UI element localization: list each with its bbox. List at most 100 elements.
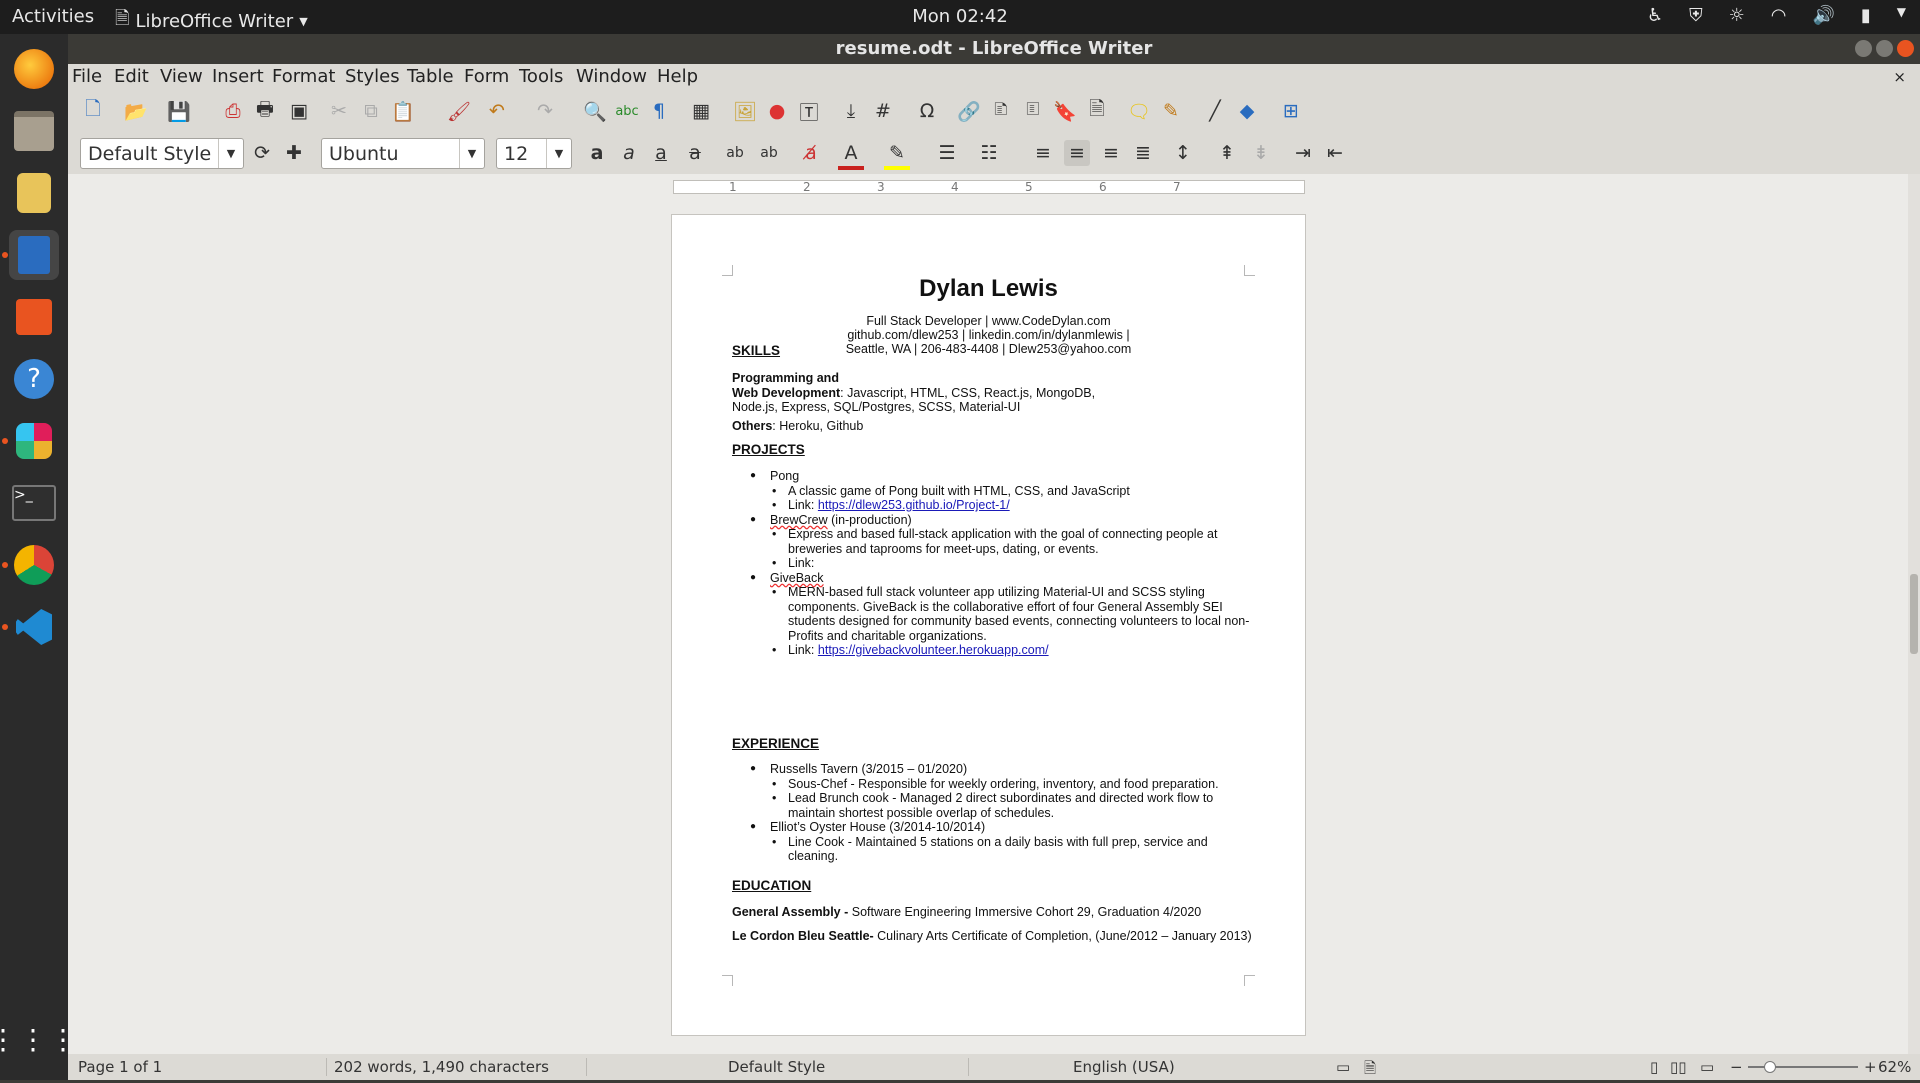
clear-formatting-icon[interactable]: a̸ — [798, 140, 824, 166]
multi-page-view-icon[interactable]: ▯▯ — [1670, 1058, 1687, 1076]
menu-table[interactable]: Table — [407, 66, 454, 87]
window-titlebar[interactable]: resume.odt - LibreOffice Writer — [68, 34, 1920, 64]
insert-chart-icon[interactable]: ● — [764, 98, 790, 124]
chevron-down-icon[interactable]: ▼ — [546, 139, 571, 168]
draw-functions-icon[interactable]: ⊞ — [1278, 98, 1304, 124]
shield-icon[interactable]: ⛨ — [1689, 5, 1703, 26]
activities-button[interactable]: Activities — [12, 6, 94, 27]
help-icon[interactable]: ? — [9, 354, 59, 404]
maximize-button[interactable] — [1876, 40, 1893, 57]
weather-icon[interactable]: ☼ — [1729, 5, 1745, 26]
vscode-icon[interactable] — [9, 602, 59, 652]
italic-icon[interactable]: a — [616, 140, 642, 166]
cross-reference-icon[interactable]: 🗎 — [1084, 98, 1110, 124]
horizontal-ruler[interactable]: 1 2 3 4 5 6 7 — [673, 180, 1305, 194]
endnote-icon[interactable]: 🗉 — [1020, 98, 1046, 124]
new-style-icon[interactable]: ✚ — [281, 140, 307, 166]
project-link[interactable]: https://givebackvolunteer.herokuapp.com/ — [818, 643, 1049, 657]
save-icon[interactable]: 💾 — [166, 98, 192, 124]
highlight-icon[interactable]: ✎ — [884, 140, 910, 170]
volume-icon[interactable]: 🔊 — [1812, 5, 1834, 26]
redo-icon[interactable]: ↷ — [532, 98, 558, 124]
menu-form[interactable]: Form — [464, 66, 509, 87]
paragraph-style-combo[interactable]: Default Style ▼ — [80, 138, 244, 169]
export-pdf-icon[interactable]: ⎙ — [220, 98, 246, 124]
app-menu-button[interactable]: 🗎 LibreOffice Writer ▼ — [115, 6, 308, 36]
line-spacing-icon[interactable]: ↕ — [1170, 140, 1196, 166]
update-style-icon[interactable]: ⟳ — [249, 140, 275, 166]
undo-icon[interactable]: ↶ — [484, 98, 510, 124]
font-color-icon[interactable]: A — [838, 140, 864, 170]
menu-format[interactable]: Format — [272, 66, 335, 87]
chevron-down-icon[interactable]: ▼ — [1897, 5, 1906, 26]
accessibility-icon[interactable]: ♿ — [1647, 5, 1663, 26]
align-right-icon[interactable]: ≡ — [1098, 140, 1124, 166]
increase-paragraph-spacing-icon[interactable]: ⇞ — [1214, 140, 1240, 166]
libreoffice-writer-icon[interactable] — [9, 230, 59, 280]
print-icon[interactable]: 🖶 — [252, 98, 278, 124]
document-page[interactable]: Dylan Lewis Full Stack Developer | www.C… — [671, 214, 1306, 1036]
spelling-icon[interactable]: abc — [614, 98, 640, 124]
show-applications-icon[interactable]: ⋮⋮⋮ — [0, 1014, 77, 1064]
chrome-icon[interactable] — [9, 540, 59, 590]
insert-table-icon[interactable]: ▦ — [688, 98, 714, 124]
firefox-icon[interactable] — [9, 44, 59, 94]
word-count[interactable]: 202 words, 1,490 characters — [334, 1058, 549, 1076]
font-size-combo[interactable]: 12 ▼ — [496, 138, 572, 169]
system-tray[interactable]: ♿ ⛨ ☼ ◠ 🔊 ▮ ▼ — [1647, 5, 1906, 26]
language[interactable]: English (USA) — [1073, 1058, 1175, 1076]
menu-styles[interactable]: Styles — [345, 66, 400, 87]
font-name-combo[interactable]: Ubuntu ▼ — [321, 138, 485, 169]
insert-line-icon[interactable]: ╱ — [1202, 98, 1228, 124]
chevron-down-icon[interactable]: ▼ — [218, 139, 243, 168]
underline-icon[interactable]: a — [648, 140, 674, 166]
increase-indent-icon[interactable]: ⇥ — [1290, 140, 1316, 166]
zoom-out-button[interactable]: − — [1730, 1058, 1743, 1076]
project-link[interactable]: https://dlew253.github.io/Project-1/ — [818, 498, 1010, 512]
insert-textbox-icon[interactable]: 🅃 — [796, 98, 822, 124]
strikethrough-icon[interactable]: a — [682, 140, 708, 166]
justify-icon[interactable]: ≣ — [1130, 140, 1156, 166]
copy-icon[interactable]: ⧉ — [358, 98, 384, 124]
chevron-down-icon[interactable]: ▼ — [459, 139, 484, 168]
align-left-icon[interactable]: ≡ — [1030, 140, 1056, 166]
clone-formatting-icon[interactable]: 🖌 — [446, 98, 472, 124]
align-center-icon[interactable]: ≡ — [1064, 140, 1090, 166]
minimize-button[interactable] — [1855, 40, 1872, 57]
selection-mode-icon[interactable]: ▭ — [1336, 1058, 1350, 1076]
menu-edit[interactable]: Edit — [114, 66, 149, 87]
single-page-view-icon[interactable]: ▯ — [1650, 1058, 1658, 1076]
software-center-icon[interactable] — [9, 292, 59, 342]
close-document-icon[interactable]: × — [1893, 68, 1906, 86]
zoom-level[interactable]: 62% — [1878, 1058, 1911, 1076]
special-character-icon[interactable]: Ω — [914, 98, 940, 124]
paste-icon[interactable]: 📋 — [390, 98, 416, 124]
book-view-icon[interactable]: ▭ — [1700, 1058, 1714, 1076]
footnote-icon[interactable]: 🗈 — [988, 98, 1014, 124]
numbered-list-icon[interactable]: ☷ — [976, 140, 1002, 166]
subscript-icon[interactable]: ab — [756, 140, 782, 166]
page-count[interactable]: Page 1 of 1 — [78, 1058, 162, 1076]
terminal-icon[interactable]: >_ — [9, 478, 59, 528]
zoom-in-button[interactable]: + — [1864, 1058, 1877, 1076]
insert-page-break-icon[interactable]: ⤓ — [838, 98, 864, 124]
menu-insert[interactable]: Insert — [212, 66, 264, 87]
bullet-list-icon[interactable]: ☰ — [934, 140, 960, 166]
cut-icon[interactable]: ✂ — [326, 98, 352, 124]
basic-shapes-icon[interactable]: ◆ — [1234, 98, 1260, 124]
slack-icon[interactable] — [9, 416, 59, 466]
document-modified-icon[interactable]: 🗎 — [1364, 1058, 1376, 1083]
files-icon[interactable] — [9, 106, 59, 156]
formatting-marks-icon[interactable]: ¶ — [646, 98, 672, 124]
page-style[interactable]: Default Style — [728, 1058, 825, 1076]
find-replace-icon[interactable]: 🔍 — [582, 98, 608, 124]
decrease-paragraph-spacing-icon[interactable]: ⇟ — [1248, 140, 1274, 166]
open-folder-icon[interactable]: 📂 — [123, 98, 149, 124]
hyperlink-icon[interactable]: 🔗 — [956, 98, 982, 124]
zoom-slider-handle[interactable] — [1764, 1061, 1776, 1073]
bold-icon[interactable]: a — [584, 140, 610, 166]
superscript-icon[interactable]: ab — [722, 140, 748, 166]
battery-icon[interactable]: ▮ — [1861, 5, 1871, 26]
insert-image-icon[interactable]: 🖼 — [732, 98, 758, 124]
track-changes-icon[interactable]: ✎ — [1158, 98, 1184, 124]
